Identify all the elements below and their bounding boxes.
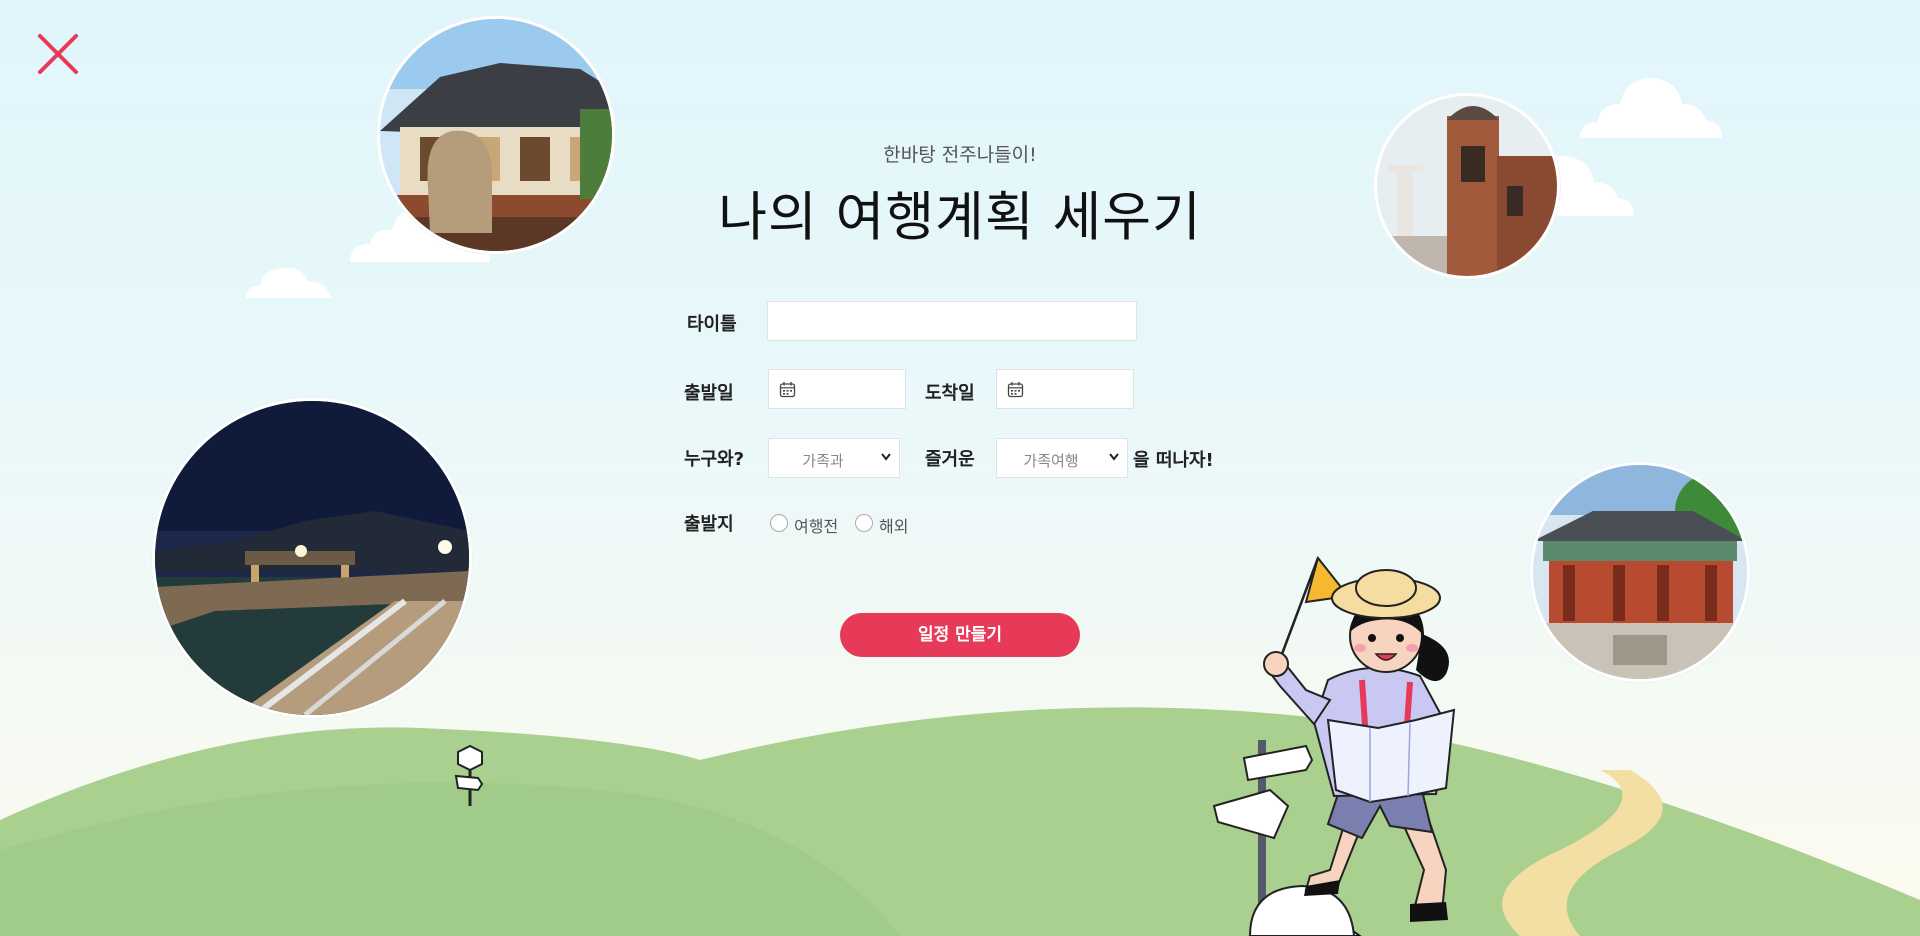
calendar-icon [1007, 382, 1024, 398]
origin-radio-before-trip[interactable] [770, 514, 788, 532]
night-lake-photo [152, 398, 472, 718]
cloud-decoration [1580, 78, 1722, 138]
title-label: 타이틀 [687, 314, 737, 335]
close-icon [38, 34, 78, 74]
title-input[interactable] [767, 301, 1137, 341]
origin-option-overseas: 해외 [879, 517, 909, 536]
companion-label: 누구와? [684, 449, 745, 470]
chevron-down-icon [1109, 453, 1119, 461]
trip-type-select[interactable]: 가족여행 [996, 438, 1128, 478]
pavilion-photo [1530, 462, 1750, 682]
origin-label: 출발지 [684, 514, 734, 535]
depart-date-input[interactable] [768, 369, 906, 409]
trip-suffix-text: 을 떠나자! [1133, 450, 1214, 471]
traveler-girl-illustration [1212, 555, 1456, 936]
green-hills [0, 707, 1920, 936]
trip-type-label: 즐거운 [925, 449, 975, 470]
page-title: 나의 여행계획 세우기 [718, 187, 1202, 248]
signpost-small-icon [454, 744, 484, 806]
origin-radio-overseas[interactable] [855, 514, 873, 532]
page-subtitle: 한바탕 전주나들이! [883, 144, 1037, 166]
arrive-date-input[interactable] [996, 369, 1134, 409]
calendar-icon [779, 382, 796, 398]
close-button[interactable] [36, 32, 80, 76]
create-itinerary-button[interactable]: 일정 만들기 [840, 613, 1080, 657]
chevron-down-icon [881, 453, 891, 461]
companion-select-value: 가족과 [802, 452, 844, 470]
cloud-decoration [246, 267, 332, 298]
companion-select[interactable]: 가족과 [768, 438, 900, 478]
depart-date-label: 출발일 [684, 383, 734, 404]
trip-type-select-value: 가족여행 [1023, 452, 1079, 470]
arrive-date-label: 도착일 [925, 383, 975, 404]
origin-option-before-trip: 여행전 [794, 517, 839, 536]
